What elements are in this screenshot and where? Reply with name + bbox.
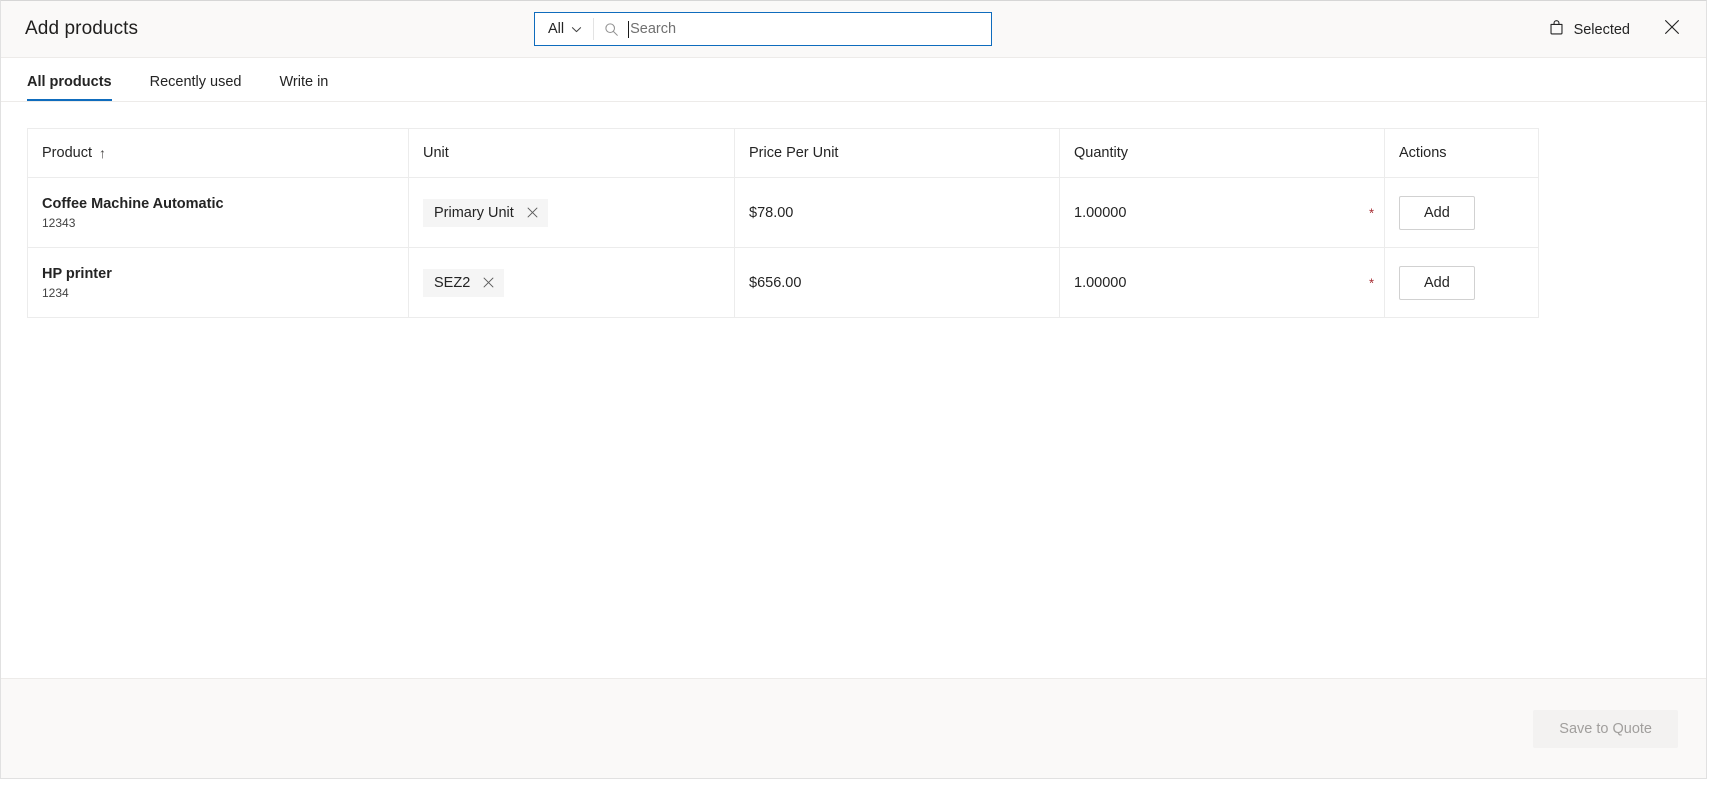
tab-label: Write in: [279, 74, 329, 90]
product-info: HP printer 1234: [42, 265, 112, 301]
sort-ascending-icon: ↑: [98, 145, 106, 161]
cell-product: Coffee Machine Automatic 12343: [28, 178, 409, 247]
tab-bar: All products Recently used Write in: [1, 58, 1706, 102]
cell-price-per-unit: $656.00: [735, 248, 1060, 317]
dialog-body: Product ↑ Unit Price Per Unit Quantity A…: [1, 102, 1706, 678]
cell-price-per-unit: $78.00: [735, 178, 1060, 247]
chevron-down-icon: [571, 24, 582, 35]
tab-recently-used[interactable]: Recently used: [150, 74, 242, 101]
product-name: Coffee Machine Automatic: [42, 195, 224, 212]
cell-quantity[interactable]: 1.00000 *: [1060, 248, 1385, 317]
column-header-label: Unit: [423, 145, 449, 161]
table-row[interactable]: HP printer 1234 SEZ2 $656.00 1.00000 * A…: [28, 248, 1538, 318]
quantity-input[interactable]: 1.00000: [1074, 205, 1126, 221]
shopping-bag-icon: [1548, 19, 1565, 41]
close-icon[interactable]: [526, 206, 539, 219]
close-icon[interactable]: [482, 276, 495, 289]
selected-button[interactable]: Selected: [1542, 14, 1636, 46]
search-input[interactable]: Search: [630, 21, 991, 37]
product-name: HP printer: [42, 265, 112, 282]
close-button[interactable]: [1656, 14, 1688, 46]
product-code: 12343: [42, 215, 76, 230]
search-bar[interactable]: All Search: [534, 12, 992, 46]
tab-all-products[interactable]: All products: [27, 74, 112, 101]
price-value: $78.00: [749, 204, 794, 221]
column-header-price-per-unit[interactable]: Price Per Unit: [735, 129, 1060, 177]
tab-label: Recently used: [149, 74, 242, 90]
add-button[interactable]: Add: [1399, 265, 1475, 300]
required-field-marker: *: [1368, 275, 1374, 290]
product-info: Coffee Machine Automatic 12343: [42, 195, 224, 231]
product-code: 1234: [42, 285, 69, 300]
cell-unit: Primary Unit: [409, 178, 735, 247]
header-actions: Selected: [1542, 1, 1688, 58]
column-header-label: Quantity: [1074, 145, 1128, 161]
price-value: $656.00: [749, 274, 802, 291]
quantity-input[interactable]: 1.00000: [1074, 275, 1126, 291]
page-title: Add products: [25, 18, 139, 39]
column-header-label: Product: [42, 145, 92, 161]
cell-product: HP printer 1234: [28, 248, 409, 317]
dialog-header: Add products All Search Selected: [1, 1, 1706, 58]
unit-tag[interactable]: Primary Unit: [423, 198, 548, 227]
search-icon: [604, 22, 619, 37]
column-header-product[interactable]: Product ↑: [28, 129, 409, 177]
add-button[interactable]: Add: [1399, 195, 1475, 230]
search-scope-dropdown[interactable]: All: [535, 13, 593, 45]
cell-quantity[interactable]: 1.00000 *: [1060, 178, 1385, 247]
column-header-quantity[interactable]: Quantity: [1060, 129, 1385, 177]
column-header-actions: Actions: [1385, 129, 1538, 177]
save-to-quote-button[interactable]: Save to Quote: [1533, 709, 1678, 748]
dialog-footer: Save to Quote: [1, 678, 1706, 778]
close-icon: [1663, 18, 1681, 41]
unit-tag-label: Primary Unit: [434, 204, 514, 221]
column-header-label: Actions: [1399, 145, 1447, 161]
add-products-dialog: Add products All Search Selected All pro…: [0, 0, 1707, 779]
tab-label: All products: [27, 74, 112, 90]
cell-unit: SEZ2: [409, 248, 735, 317]
table-header-row: Product ↑ Unit Price Per Unit Quantity A…: [28, 129, 1538, 178]
search-divider: [593, 18, 595, 40]
add-products-dialog-screen: Add products All Search Selected All pro…: [0, 0, 1729, 793]
search-scope-label: All: [548, 21, 565, 37]
cell-actions: Add: [1385, 248, 1538, 317]
products-table: Product ↑ Unit Price Per Unit Quantity A…: [27, 128, 1539, 318]
column-header-unit[interactable]: Unit: [409, 129, 735, 177]
unit-tag-label: SEZ2: [434, 274, 471, 291]
text-caret: [628, 20, 630, 38]
cell-actions: Add: [1385, 178, 1538, 247]
required-field-marker: *: [1368, 205, 1374, 220]
table-row[interactable]: Coffee Machine Automatic 12343 Primary U…: [28, 178, 1538, 248]
column-header-label: Price Per Unit: [749, 145, 839, 161]
unit-tag[interactable]: SEZ2: [423, 268, 505, 297]
selected-label: Selected: [1573, 21, 1630, 38]
tab-write-in[interactable]: Write in: [279, 74, 328, 101]
